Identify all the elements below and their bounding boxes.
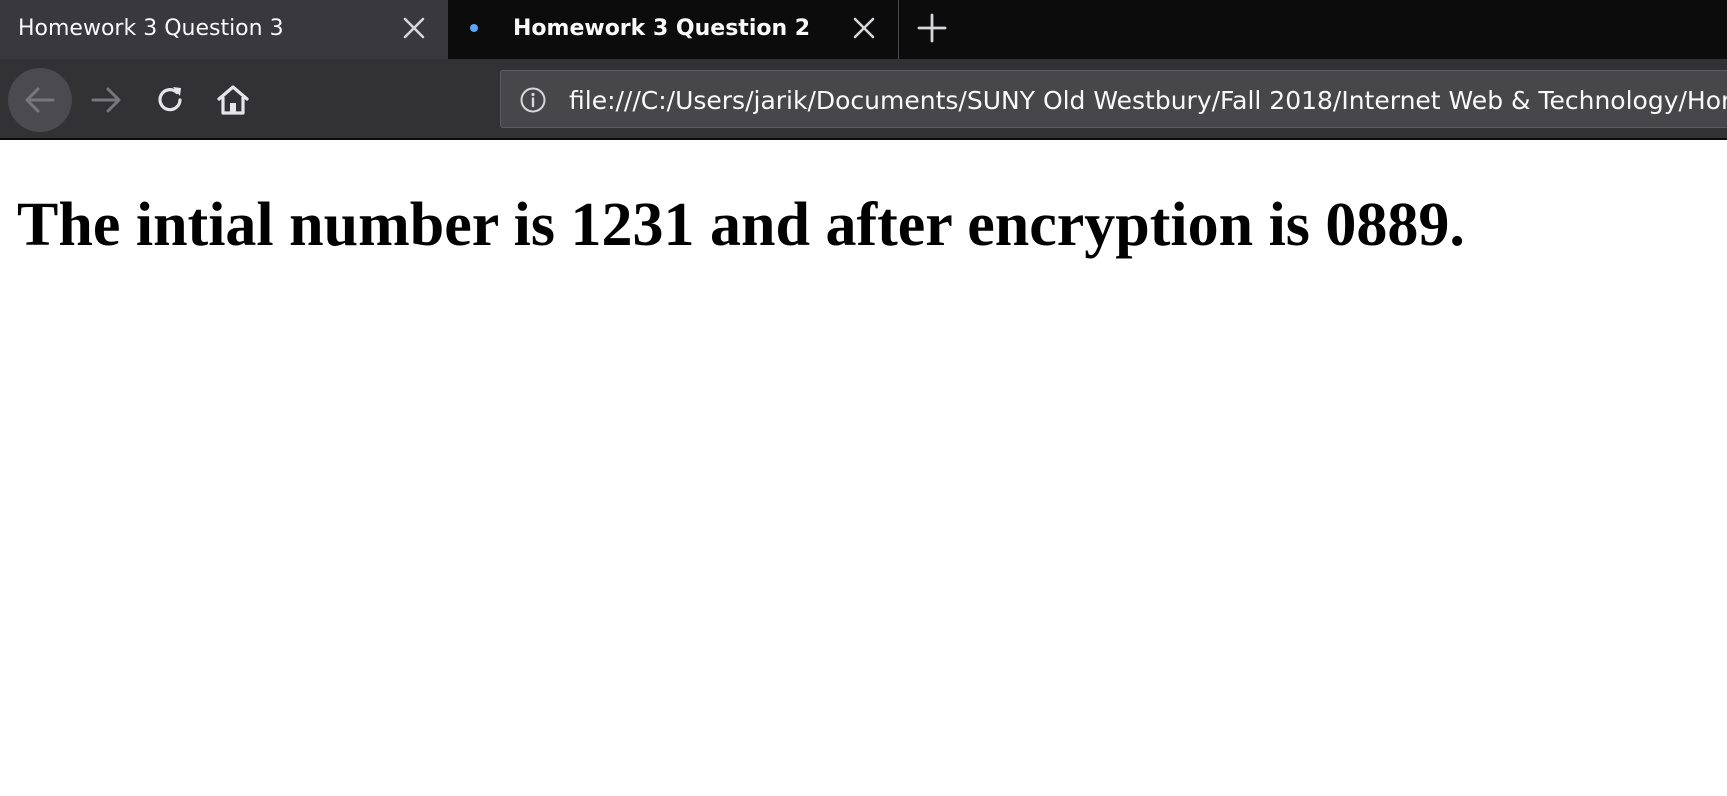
info-icon[interactable] [519,86,547,114]
home-icon [217,85,249,115]
back-button[interactable] [8,68,72,132]
page-heading: The intial number is 1231 and after encr… [17,191,1465,259]
reload-button[interactable] [138,68,202,132]
tab-title: Homework 3 Question 2 [513,16,811,41]
navigation-toolbar: file:///C:/Users/jarik/Documents/SUNY Ol… [0,59,1727,140]
close-tab-icon[interactable] [851,15,877,41]
browser-window: Homework 3 Question 3 Homework 3 Questio… [0,0,1727,796]
tab-homework-3-question-3[interactable]: Homework 3 Question 3 [0,0,448,59]
tab-title: Homework 3 Question 3 [18,16,284,41]
tab-strip: Homework 3 Question 3 Homework 3 Questio… [0,0,1727,59]
tab-homework-3-question-2[interactable]: Homework 3 Question 2 [448,0,899,59]
arrow-left-icon [25,87,55,113]
close-tab-icon[interactable] [401,15,427,41]
tab-attention-dot [470,24,478,32]
page-content: The intial number is 1231 and after encr… [0,140,1727,796]
url-text[interactable]: file:///C:/Users/jarik/Documents/SUNY Ol… [569,86,1727,115]
reload-icon [158,87,182,112]
url-bar[interactable]: file:///C:/Users/jarik/Documents/SUNY Ol… [500,70,1727,128]
home-button[interactable] [201,68,265,132]
new-tab-plus-icon[interactable] [916,12,948,44]
forward-button[interactable] [74,68,138,132]
arrow-right-icon [91,87,121,113]
